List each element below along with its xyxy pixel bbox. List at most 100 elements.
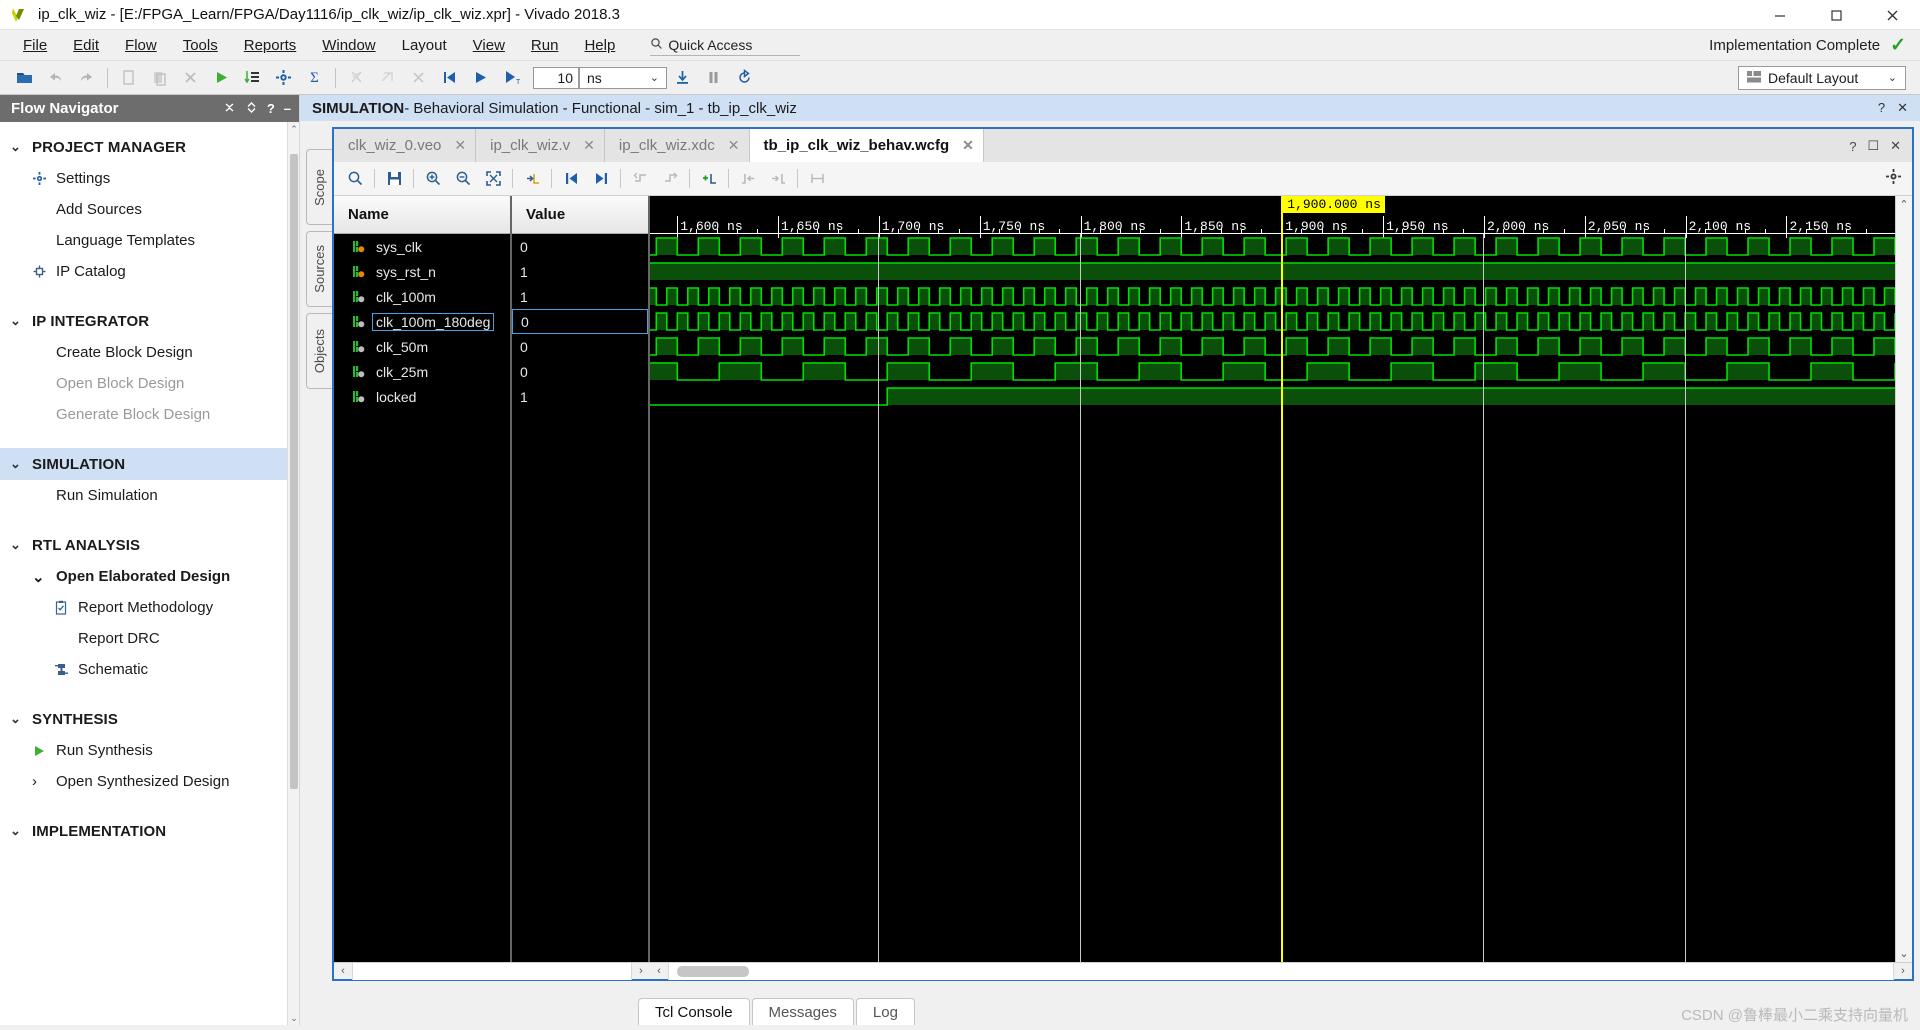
flow-navigator-help-icon[interactable]: ? bbox=[267, 101, 275, 116]
time-unit-select[interactable]: ns ⌄ bbox=[579, 66, 667, 89]
scroll-up-arrow[interactable]: ⌃ bbox=[288, 122, 299, 136]
signal-value-clk_25m[interactable]: 0 bbox=[512, 359, 648, 384]
scroll-down-arrow[interactable]: ⌄ bbox=[288, 1011, 299, 1025]
flow-navigator-scrollbar[interactable]: ⌃ ⌄ bbox=[287, 122, 299, 1025]
signal-value-clk_100m[interactable]: 1 bbox=[512, 284, 648, 309]
simulation-help-icon[interactable]: ? bbox=[1878, 100, 1885, 116]
fn-item-schematic[interactable]: Schematic bbox=[0, 654, 287, 685]
names-hscroll-track[interactable] bbox=[352, 962, 632, 980]
simulation-close-icon[interactable]: ✕ bbox=[1897, 100, 1908, 116]
close-icon[interactable]: ✕ bbox=[728, 137, 740, 154]
menu-help[interactable]: Help bbox=[571, 33, 628, 58]
run-time-input[interactable]: 10 bbox=[533, 66, 579, 89]
fn-item-open-elaborated-design[interactable]: ⌄ Open Elaborated Design bbox=[0, 561, 287, 592]
run-to-end-icon[interactable] bbox=[667, 64, 698, 92]
tab-tb-ip-clk-wiz-behav-wcfg[interactable]: tb_ip_clk_wiz_behav.wcfg ✕ bbox=[749, 129, 984, 162]
fn-item-report-drc[interactable]: Report DRC bbox=[0, 623, 287, 654]
run-all-icon[interactable] bbox=[465, 64, 496, 92]
waveform-settings-gear-icon[interactable] bbox=[1885, 168, 1902, 189]
open-project-icon[interactable] bbox=[9, 64, 40, 92]
copy-icon[interactable] bbox=[113, 64, 144, 92]
reset-run-icon[interactable] bbox=[341, 64, 372, 92]
save-icon[interactable] bbox=[379, 166, 409, 192]
fn-group-project-manager[interactable]: ⌄ PROJECT MANAGER bbox=[0, 131, 287, 163]
zoom-in-icon[interactable] bbox=[418, 166, 448, 192]
previous-marker-icon[interactable] bbox=[733, 166, 763, 192]
fn-item-create-block-design[interactable]: Create Block Design bbox=[0, 337, 287, 368]
scroll-down-arrow[interactable]: ⌄ bbox=[1899, 945, 1908, 962]
add-marker-icon[interactable] bbox=[694, 166, 724, 192]
pause-icon[interactable] bbox=[698, 64, 729, 92]
run-icon[interactable] bbox=[206, 64, 237, 92]
menu-window[interactable]: Window bbox=[309, 33, 388, 58]
fn-group-ip-integrator[interactable]: ⌄ IP INTEGRATOR bbox=[0, 305, 287, 337]
signal-row-sys_clk[interactable]: sys_clk bbox=[334, 234, 510, 259]
tab-ip-clk-wiz-v[interactable]: ip_clk_wiz.v ✕ bbox=[476, 129, 605, 162]
waveform-float-icon[interactable]: ☐ bbox=[1867, 138, 1879, 154]
scroll-thumb[interactable] bbox=[290, 154, 298, 789]
search-icon[interactable] bbox=[340, 166, 370, 192]
menu-view[interactable]: View bbox=[460, 33, 518, 58]
waveform-plot[interactable]: 1,600 ns 1,650 ns 1,700 ns 1,750 ns 1,800 ns… bbox=[650, 196, 1895, 962]
tab-messages[interactable]: Messages bbox=[751, 998, 854, 1025]
time-ruler[interactable]: 1,600 ns 1,650 ns 1,700 ns 1,750 ns 1,800 ns… bbox=[650, 196, 1895, 238]
vtab-scope[interactable]: Scope bbox=[306, 149, 332, 225]
signal-row-sys_rst_n[interactable]: sys_rst_n bbox=[334, 259, 510, 284]
menu-tools[interactable]: Tools bbox=[170, 33, 231, 58]
stop-sim-icon[interactable] bbox=[403, 64, 434, 92]
vtab-objects[interactable]: Objects bbox=[306, 313, 332, 389]
zoom-out-icon[interactable] bbox=[448, 166, 478, 192]
fn-item-open-synthesized-design[interactable]: › Open Synthesized Design bbox=[0, 766, 287, 797]
names-hscrollbar[interactable]: ‹ › bbox=[334, 962, 650, 980]
maximize-button[interactable] bbox=[1808, 0, 1864, 30]
minimize-button[interactable] bbox=[1752, 0, 1808, 30]
signal-row-clk_25m[interactable]: clk_25m bbox=[334, 359, 510, 384]
close-icon[interactable]: ✕ bbox=[962, 137, 974, 154]
cursor-line[interactable] bbox=[1281, 196, 1284, 962]
menu-layout[interactable]: Layout bbox=[389, 33, 460, 58]
close-button[interactable] bbox=[1864, 0, 1920, 30]
fn-item-generate-block-design[interactable]: Generate Block Design bbox=[0, 399, 287, 430]
tab-tcl-console[interactable]: Tcl Console bbox=[638, 998, 750, 1025]
menu-flow[interactable]: Flow bbox=[112, 33, 170, 58]
fn-item-settings[interactable]: Settings bbox=[0, 163, 287, 194]
scroll-right-arrow[interactable]: › bbox=[632, 965, 650, 977]
scroll-left-arrow[interactable]: ‹ bbox=[334, 965, 352, 977]
collapse-all-icon[interactable] bbox=[223, 101, 236, 117]
tab-clk-wiz-0-veo[interactable]: clk_wiz_0.veo ✕ bbox=[334, 129, 477, 162]
wave-hscroll-track[interactable] bbox=[668, 962, 1894, 980]
wave-hscroll-thumb[interactable] bbox=[677, 965, 749, 977]
fn-group-simulation[interactable]: ⌄ SIMULATION bbox=[0, 448, 287, 480]
signal-value-clk_100m_180deg[interactable]: 0 bbox=[512, 309, 648, 334]
report-icon[interactable] bbox=[237, 64, 268, 92]
waveform-help-icon[interactable]: ? bbox=[1849, 139, 1856, 154]
signal-value-clk_50m[interactable]: 0 bbox=[512, 334, 648, 359]
fn-item-run-synthesis[interactable]: Run Synthesis bbox=[0, 735, 287, 766]
snap-to-transition-icon[interactable] bbox=[517, 166, 547, 192]
run-for-time-icon[interactable]: T bbox=[496, 64, 527, 92]
close-icon[interactable]: ✕ bbox=[454, 137, 466, 154]
next-transition-icon[interactable] bbox=[655, 166, 685, 192]
menu-run[interactable]: Run bbox=[518, 33, 572, 58]
tab-log[interactable]: Log bbox=[855, 998, 915, 1025]
undo-icon[interactable] bbox=[40, 64, 71, 92]
relaunch-icon[interactable] bbox=[372, 64, 403, 92]
layout-select[interactable]: Default Layout ⌄ bbox=[1738, 65, 1906, 90]
fn-item-report-methodology[interactable]: Report Methodology bbox=[0, 592, 287, 623]
fn-item-ip-catalog[interactable]: IP Catalog bbox=[0, 256, 287, 287]
signal-row-locked[interactable]: locked bbox=[334, 384, 510, 409]
expand-all-icon[interactable] bbox=[245, 101, 258, 117]
go-to-start-icon[interactable] bbox=[556, 166, 586, 192]
paste-icon[interactable] bbox=[144, 64, 175, 92]
wave-hscrollbar[interactable]: ‹ › bbox=[650, 962, 1912, 980]
scroll-right-arrow[interactable]: › bbox=[1894, 965, 1912, 977]
restart-icon[interactable] bbox=[729, 64, 760, 92]
signal-row-clk_100m_180deg[interactable]: clk_100m_180deg bbox=[334, 309, 510, 334]
close-icon[interactable]: ✕ bbox=[583, 137, 595, 154]
scroll-up-arrow[interactable]: ⌃ bbox=[1899, 196, 1908, 213]
fn-group-implementation[interactable]: ⌄ IMPLEMENTATION bbox=[0, 815, 287, 847]
scroll-left-arrow[interactable]: ‹ bbox=[650, 965, 668, 977]
menu-file[interactable]: File bbox=[10, 33, 60, 58]
menu-edit[interactable]: Edit bbox=[60, 33, 112, 58]
signal-row-clk_50m[interactable]: clk_50m bbox=[334, 334, 510, 359]
